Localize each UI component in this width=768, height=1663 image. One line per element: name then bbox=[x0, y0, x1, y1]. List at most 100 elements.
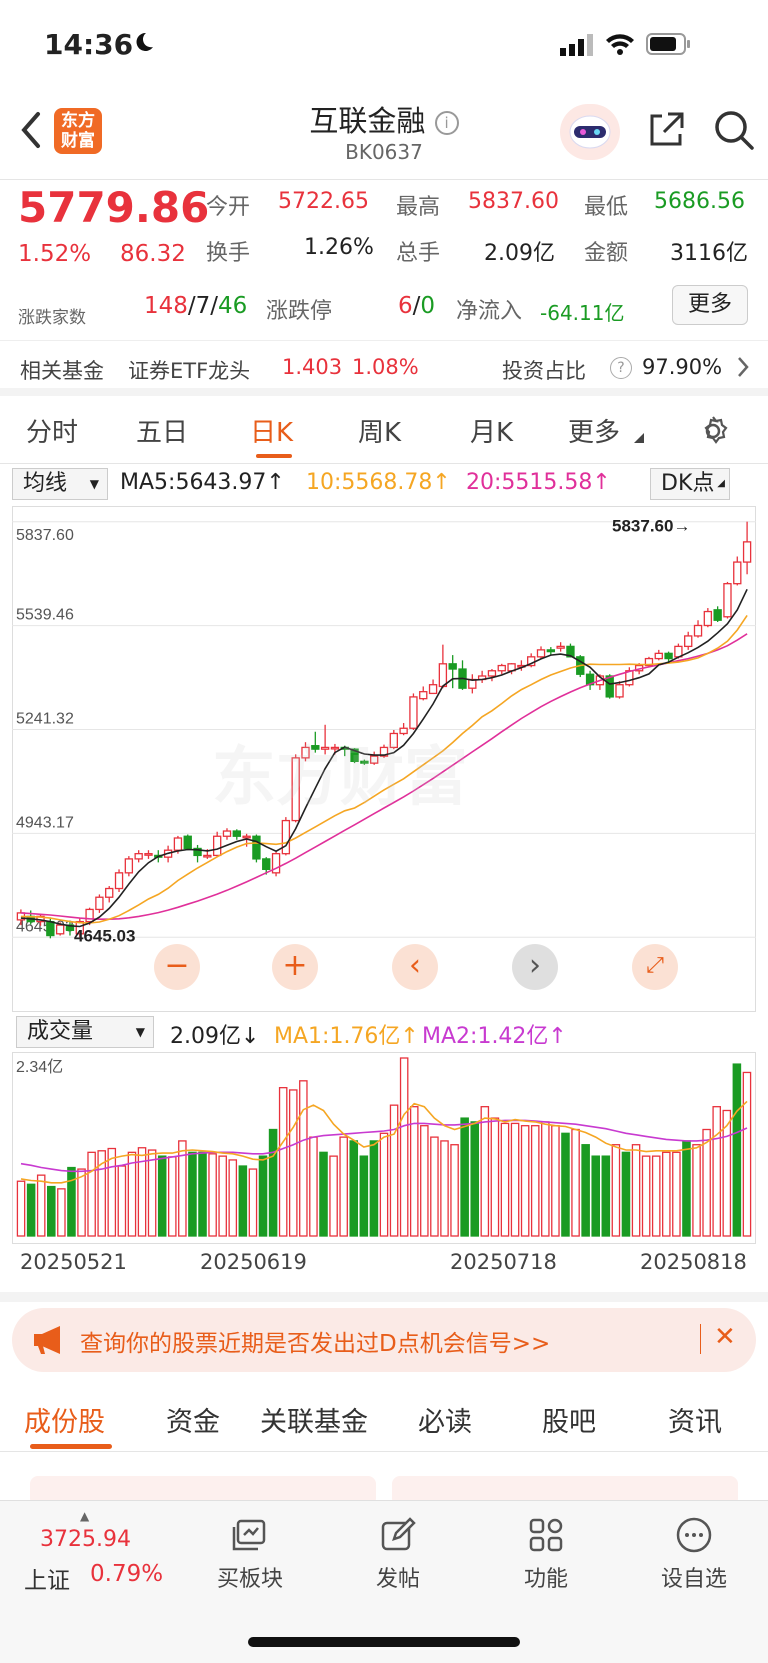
limit-label: 涨跌停 bbox=[266, 299, 333, 324]
dk-signal-banner[interactable]: 查询你的股票近期是否发出过D点机会信号>> ✕ bbox=[12, 1308, 756, 1372]
max-price-label: 5837.60→ bbox=[612, 517, 690, 536]
index-pct[interactable]: 0.79% bbox=[90, 1561, 163, 1587]
buy-sector-label: 买板块 bbox=[216, 1567, 283, 1592]
candle bbox=[742, 541, 752, 563]
volume-bar bbox=[127, 1151, 137, 1237]
candle bbox=[536, 649, 546, 658]
board-name: 互联金融 bbox=[309, 104, 426, 138]
functions-button[interactable]: 功能 bbox=[496, 1515, 596, 1593]
volume-bar bbox=[651, 1155, 661, 1237]
fullscreen-icon[interactable]: ⤢ bbox=[632, 944, 678, 990]
volume-max-label: 2.34亿 bbox=[16, 1058, 63, 1076]
section-tabs: 成份股 资金 关联基金 必读 股吧 资讯 bbox=[0, 1386, 768, 1452]
candle bbox=[556, 645, 565, 649]
index-value[interactable]: 3725.94 bbox=[40, 1527, 131, 1552]
volume-bar bbox=[500, 1122, 510, 1237]
post-button[interactable]: 发帖 bbox=[348, 1515, 448, 1593]
status-time: 14:36 bbox=[44, 28, 134, 61]
volume-bar bbox=[581, 1144, 590, 1237]
candle bbox=[55, 924, 65, 935]
candle bbox=[134, 853, 143, 860]
tab-related-funds[interactable]: 关联基金 bbox=[260, 1400, 368, 1439]
tab-intraday[interactable]: 分时 bbox=[26, 412, 78, 449]
candle bbox=[438, 663, 448, 688]
dk-label: DK点 bbox=[661, 471, 715, 496]
breadth-values: 148/7/46 bbox=[144, 293, 248, 319]
candle bbox=[203, 854, 212, 858]
volume-bar bbox=[369, 1140, 379, 1237]
caret-down-icon bbox=[634, 428, 644, 447]
tab-must-read[interactable]: 必读 bbox=[418, 1400, 472, 1439]
candle bbox=[448, 663, 457, 670]
volume-bar bbox=[621, 1151, 631, 1237]
volume-bar bbox=[409, 1106, 419, 1237]
volume-bar bbox=[278, 1087, 288, 1237]
kline-chart[interactable]: 5837.60 5539.46 5241.32 4943.17 4645.03 5837.… bbox=[12, 506, 756, 1012]
watchlist-button[interactable]: 设自选 bbox=[644, 1515, 744, 1593]
search-icon[interactable] bbox=[712, 108, 756, 156]
banner-text: 查询你的股票近期是否发出过D点机会信号>> bbox=[80, 1331, 551, 1357]
banner-divider bbox=[700, 1324, 701, 1354]
close-icon[interactable]: ✕ bbox=[714, 1322, 736, 1352]
zoom-in-button[interactable]: + bbox=[272, 944, 318, 990]
volume-select-label: 成交量 bbox=[27, 1019, 94, 1044]
pan-left-button[interactable]: ‹ bbox=[392, 944, 438, 990]
wifi-icon bbox=[604, 32, 636, 60]
gear-icon[interactable] bbox=[696, 414, 730, 452]
tab-weekly-k[interactable]: 周K bbox=[358, 412, 401, 449]
tab-more[interactable]: 更多 bbox=[568, 412, 620, 449]
volume-select[interactable]: 成交量 ▼ bbox=[16, 1016, 154, 1048]
info-icon[interactable]: i bbox=[434, 111, 459, 135]
tab-daily-k[interactable]: 日K bbox=[250, 412, 293, 449]
more-dots-icon bbox=[674, 1515, 714, 1555]
candle bbox=[183, 835, 192, 850]
candle bbox=[46, 920, 55, 937]
candle bbox=[487, 670, 497, 677]
volume-bar bbox=[551, 1125, 560, 1237]
more-button[interactable]: 更多 bbox=[672, 285, 748, 325]
home-indicator bbox=[248, 1637, 520, 1647]
vol-ma2-value: MA2:1.42亿↑ bbox=[422, 1024, 567, 1049]
volume-bar bbox=[379, 1132, 389, 1237]
buy-sector-button[interactable]: 买板块 bbox=[200, 1515, 300, 1593]
help-icon[interactable]: ? bbox=[610, 357, 632, 379]
flat-count: 7 bbox=[195, 293, 211, 319]
volume-bar bbox=[359, 1155, 369, 1237]
zoom-out-button[interactable]: − bbox=[154, 944, 200, 990]
assistant-robot-icon[interactable] bbox=[560, 104, 620, 160]
volume-bar bbox=[16, 1180, 26, 1237]
pan-right-button[interactable]: › bbox=[512, 944, 558, 990]
tab-monthly-k[interactable]: 月K bbox=[470, 412, 513, 449]
x-tick-2: 20250718 bbox=[450, 1250, 557, 1274]
tab-5day[interactable]: 五日 bbox=[136, 412, 188, 449]
candle bbox=[105, 887, 114, 898]
related-fund-bar[interactable]: 相关基金 证券ETF龙头 1.403 1.08% 投资占比 ? 97.90% bbox=[0, 340, 768, 396]
candle bbox=[262, 858, 271, 871]
tab-capital[interactable]: 资金 bbox=[166, 1400, 220, 1439]
volume-chart[interactable]: 2.34亿 bbox=[12, 1052, 756, 1244]
candle bbox=[212, 835, 222, 857]
watchlist-label: 设自选 bbox=[660, 1567, 727, 1592]
volume-indicator-bar: 成交量 ▼ 2.09亿↓ MA1:1.76亿↑ MA2:1.42亿↑ bbox=[0, 1014, 768, 1054]
buy-sector-icon bbox=[230, 1515, 270, 1555]
volume-bar bbox=[268, 1128, 278, 1237]
ma20-value: 20:5515.58↑ bbox=[466, 470, 611, 495]
active-tab-indicator bbox=[256, 454, 292, 458]
candle bbox=[684, 635, 693, 648]
tab-constituents[interactable]: 成份股 bbox=[24, 1400, 105, 1439]
tab-forum[interactable]: 股吧 bbox=[542, 1400, 596, 1439]
volume-bar bbox=[732, 1063, 742, 1237]
index-name[interactable]: 上证 bbox=[24, 1561, 70, 1595]
candle bbox=[546, 649, 556, 653]
volume-bar bbox=[641, 1155, 651, 1237]
chevron-right-icon[interactable] bbox=[736, 355, 750, 383]
candle bbox=[713, 609, 722, 621]
share-icon[interactable] bbox=[646, 110, 686, 154]
ma-select[interactable]: 均线 ▼ bbox=[12, 468, 108, 500]
volume-bar bbox=[389, 1104, 399, 1237]
candle bbox=[85, 908, 94, 923]
dk-point-select[interactable]: DK点 ◢ bbox=[650, 468, 730, 500]
volume-bar bbox=[117, 1165, 127, 1237]
limit-down-count: 0 bbox=[420, 293, 436, 319]
tab-news[interactable]: 资讯 bbox=[668, 1400, 722, 1439]
